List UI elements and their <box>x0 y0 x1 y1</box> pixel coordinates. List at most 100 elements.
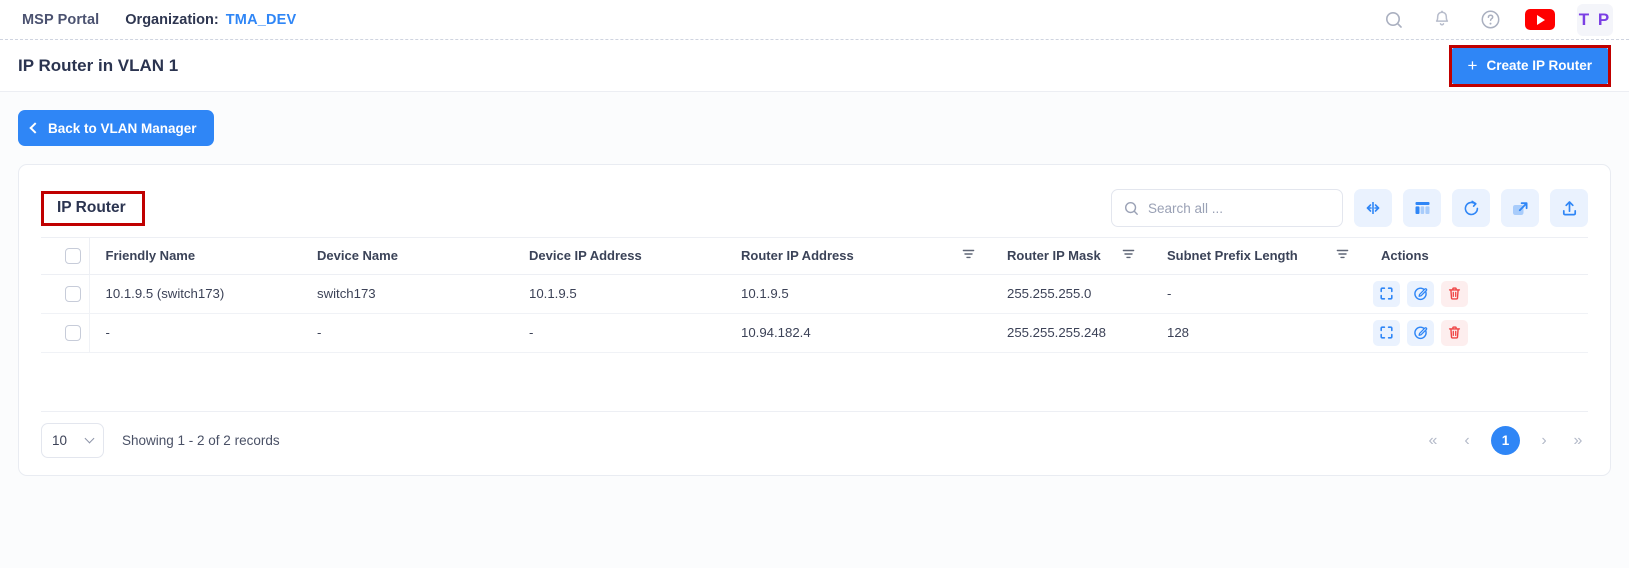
brand-label[interactable]: MSP Portal <box>22 12 99 28</box>
select-all-header <box>41 238 89 274</box>
card-header: IP Router <box>41 179 1588 237</box>
table-row[interactable]: - - - 10.94.182.4 255.255.255.248 128 <box>41 313 1588 352</box>
page-title: IP Router in VLAN 1 <box>18 56 178 76</box>
bell-icon[interactable] <box>1429 7 1455 33</box>
search-icon[interactable] <box>1381 7 1407 33</box>
cell-device-name: switch173 <box>301 274 513 313</box>
cell-router-ip-mask: 255.255.255.0 <box>991 274 1151 313</box>
records-summary: Showing 1 - 2 of 2 records <box>122 433 280 448</box>
expand-icon[interactable] <box>1501 189 1539 227</box>
row-checkbox[interactable] <box>65 286 81 302</box>
cell-text: 10.1.9.5 (switch173) <box>90 286 225 301</box>
avatar[interactable]: T P <box>1577 4 1613 36</box>
organization-selector[interactable]: Organization: TMA_DEV <box>125 12 296 28</box>
back-to-vlan-manager-button[interactable]: Back to VLAN Manager <box>18 110 214 146</box>
column-label: Device IP Address <box>513 248 642 263</box>
column-header-actions: Actions <box>1365 238 1588 274</box>
select-all-checkbox[interactable] <box>65 248 81 264</box>
ip-router-card: IP Router <box>18 164 1611 476</box>
table-container: Friendly Name Device Name Device IP Addr… <box>41 237 1588 411</box>
ip-router-table: Friendly Name Device Name Device IP Addr… <box>41 238 1588 353</box>
column-header-friendly-name[interactable]: Friendly Name <box>89 238 301 274</box>
delete-row-icon[interactable] <box>1441 281 1468 307</box>
create-ip-router-button[interactable]: + Create IP Router <box>1452 48 1608 84</box>
column-header-device-ip-address[interactable]: Device IP Address <box>513 238 725 274</box>
expand-row-icon[interactable] <box>1373 281 1400 307</box>
filter-icon[interactable] <box>1122 248 1135 263</box>
youtube-icon[interactable] <box>1525 9 1555 30</box>
search-box[interactable] <box>1111 189 1343 227</box>
table-empty-space <box>41 353 1588 411</box>
cell-text: - <box>90 325 110 340</box>
pagination: « ‹ 1 › » <box>1423 426 1588 455</box>
organization-value[interactable]: TMA_DEV <box>226 12 297 28</box>
cell-subnet-prefix-length: 128 <box>1151 313 1365 352</box>
help-icon[interactable] <box>1477 7 1503 33</box>
cell-text: 255.255.255.0 <box>991 286 1091 301</box>
search-input[interactable] <box>1148 201 1330 216</box>
back-button-label: Back to VLAN Manager <box>48 121 197 136</box>
card-toolbar <box>1111 189 1588 227</box>
youtube-play-triangle <box>1537 15 1545 25</box>
column-header-device-name[interactable]: Device Name <box>301 238 513 274</box>
plus-icon: + <box>1468 57 1478 74</box>
expand-row-icon[interactable] <box>1373 320 1400 346</box>
column-header-subnet-prefix-length[interactable]: Subnet Prefix Length <box>1151 238 1365 274</box>
cell-router-ip-address: 10.94.182.4 <box>725 313 991 352</box>
edit-row-icon[interactable] <box>1407 320 1434 346</box>
table-row[interactable]: 10.1.9.5 (switch173) switch173 10.1.9.5 … <box>41 274 1588 313</box>
page-size-select[interactable]: 10 <box>41 423 104 458</box>
column-header-router-ip-mask[interactable]: Router IP Mask <box>991 238 1151 274</box>
refresh-icon[interactable] <box>1452 189 1490 227</box>
card-title: IP Router <box>57 199 126 216</box>
content-area: Back to VLAN Manager IP Router <box>0 92 1629 568</box>
create-ip-router-highlight: + Create IP Router <box>1449 45 1611 87</box>
filter-icon[interactable] <box>1336 248 1349 263</box>
cell-device-ip-address: 10.1.9.5 <box>513 274 725 313</box>
cell-subnet-prefix-length: - <box>1151 274 1365 313</box>
column-chooser-icon[interactable] <box>1403 189 1441 227</box>
row-select-cell <box>41 313 89 352</box>
cell-text: 10.94.182.4 <box>725 325 811 340</box>
cell-text: 255.255.255.248 <box>991 325 1106 340</box>
cell-device-ip-address: - <box>513 313 725 352</box>
top-bar: MSP Portal Organization: TMA_DEV T P <box>0 0 1629 39</box>
cell-text: 10.1.9.5 <box>725 286 789 301</box>
edit-row-icon[interactable] <box>1407 281 1434 307</box>
cell-text: switch173 <box>301 286 376 301</box>
column-label: Router IP Mask <box>991 248 1101 263</box>
cell-friendly-name: 10.1.9.5 (switch173) <box>89 274 301 313</box>
pagination-next[interactable]: › <box>1534 427 1554 455</box>
cell-device-name: - <box>301 313 513 352</box>
row-select-cell <box>41 274 89 313</box>
pagination-page-1[interactable]: 1 <box>1491 426 1520 455</box>
row-checkbox[interactable] <box>65 325 81 341</box>
pagination-last[interactable]: » <box>1568 427 1588 455</box>
cell-actions <box>1365 313 1588 352</box>
pagination-prev[interactable]: ‹ <box>1457 427 1477 455</box>
cell-actions <box>1365 274 1588 313</box>
filter-icon[interactable] <box>962 248 975 263</box>
card-title-highlight: IP Router <box>41 191 145 226</box>
column-label: Actions <box>1365 248 1429 263</box>
fit-columns-icon[interactable] <box>1354 189 1392 227</box>
export-icon[interactable] <box>1550 189 1588 227</box>
cell-text: - <box>301 325 321 340</box>
create-ip-router-label: Create IP Router <box>1486 58 1592 73</box>
cell-friendly-name: - <box>89 313 301 352</box>
top-bar-left: MSP Portal Organization: TMA_DEV <box>22 12 296 28</box>
cell-text: 128 <box>1151 325 1189 340</box>
chevron-left-icon <box>29 122 40 133</box>
column-label: Friendly Name <box>90 248 196 263</box>
pagination-first[interactable]: « <box>1423 427 1443 455</box>
table-footer: 10 Showing 1 - 2 of 2 records « ‹ 1 › » <box>41 411 1588 470</box>
column-label: Device Name <box>301 248 398 263</box>
delete-row-icon[interactable] <box>1441 320 1468 346</box>
cell-text: 10.1.9.5 <box>513 286 577 301</box>
column-label: Subnet Prefix Length <box>1151 248 1298 263</box>
column-header-router-ip-address[interactable]: Router IP Address <box>725 238 991 274</box>
table-header-row: Friendly Name Device Name Device IP Addr… <box>41 238 1588 274</box>
organization-label: Organization: <box>125 12 218 28</box>
cell-router-ip-address: 10.1.9.5 <box>725 274 991 313</box>
top-bar-right: T P <box>1381 4 1613 36</box>
